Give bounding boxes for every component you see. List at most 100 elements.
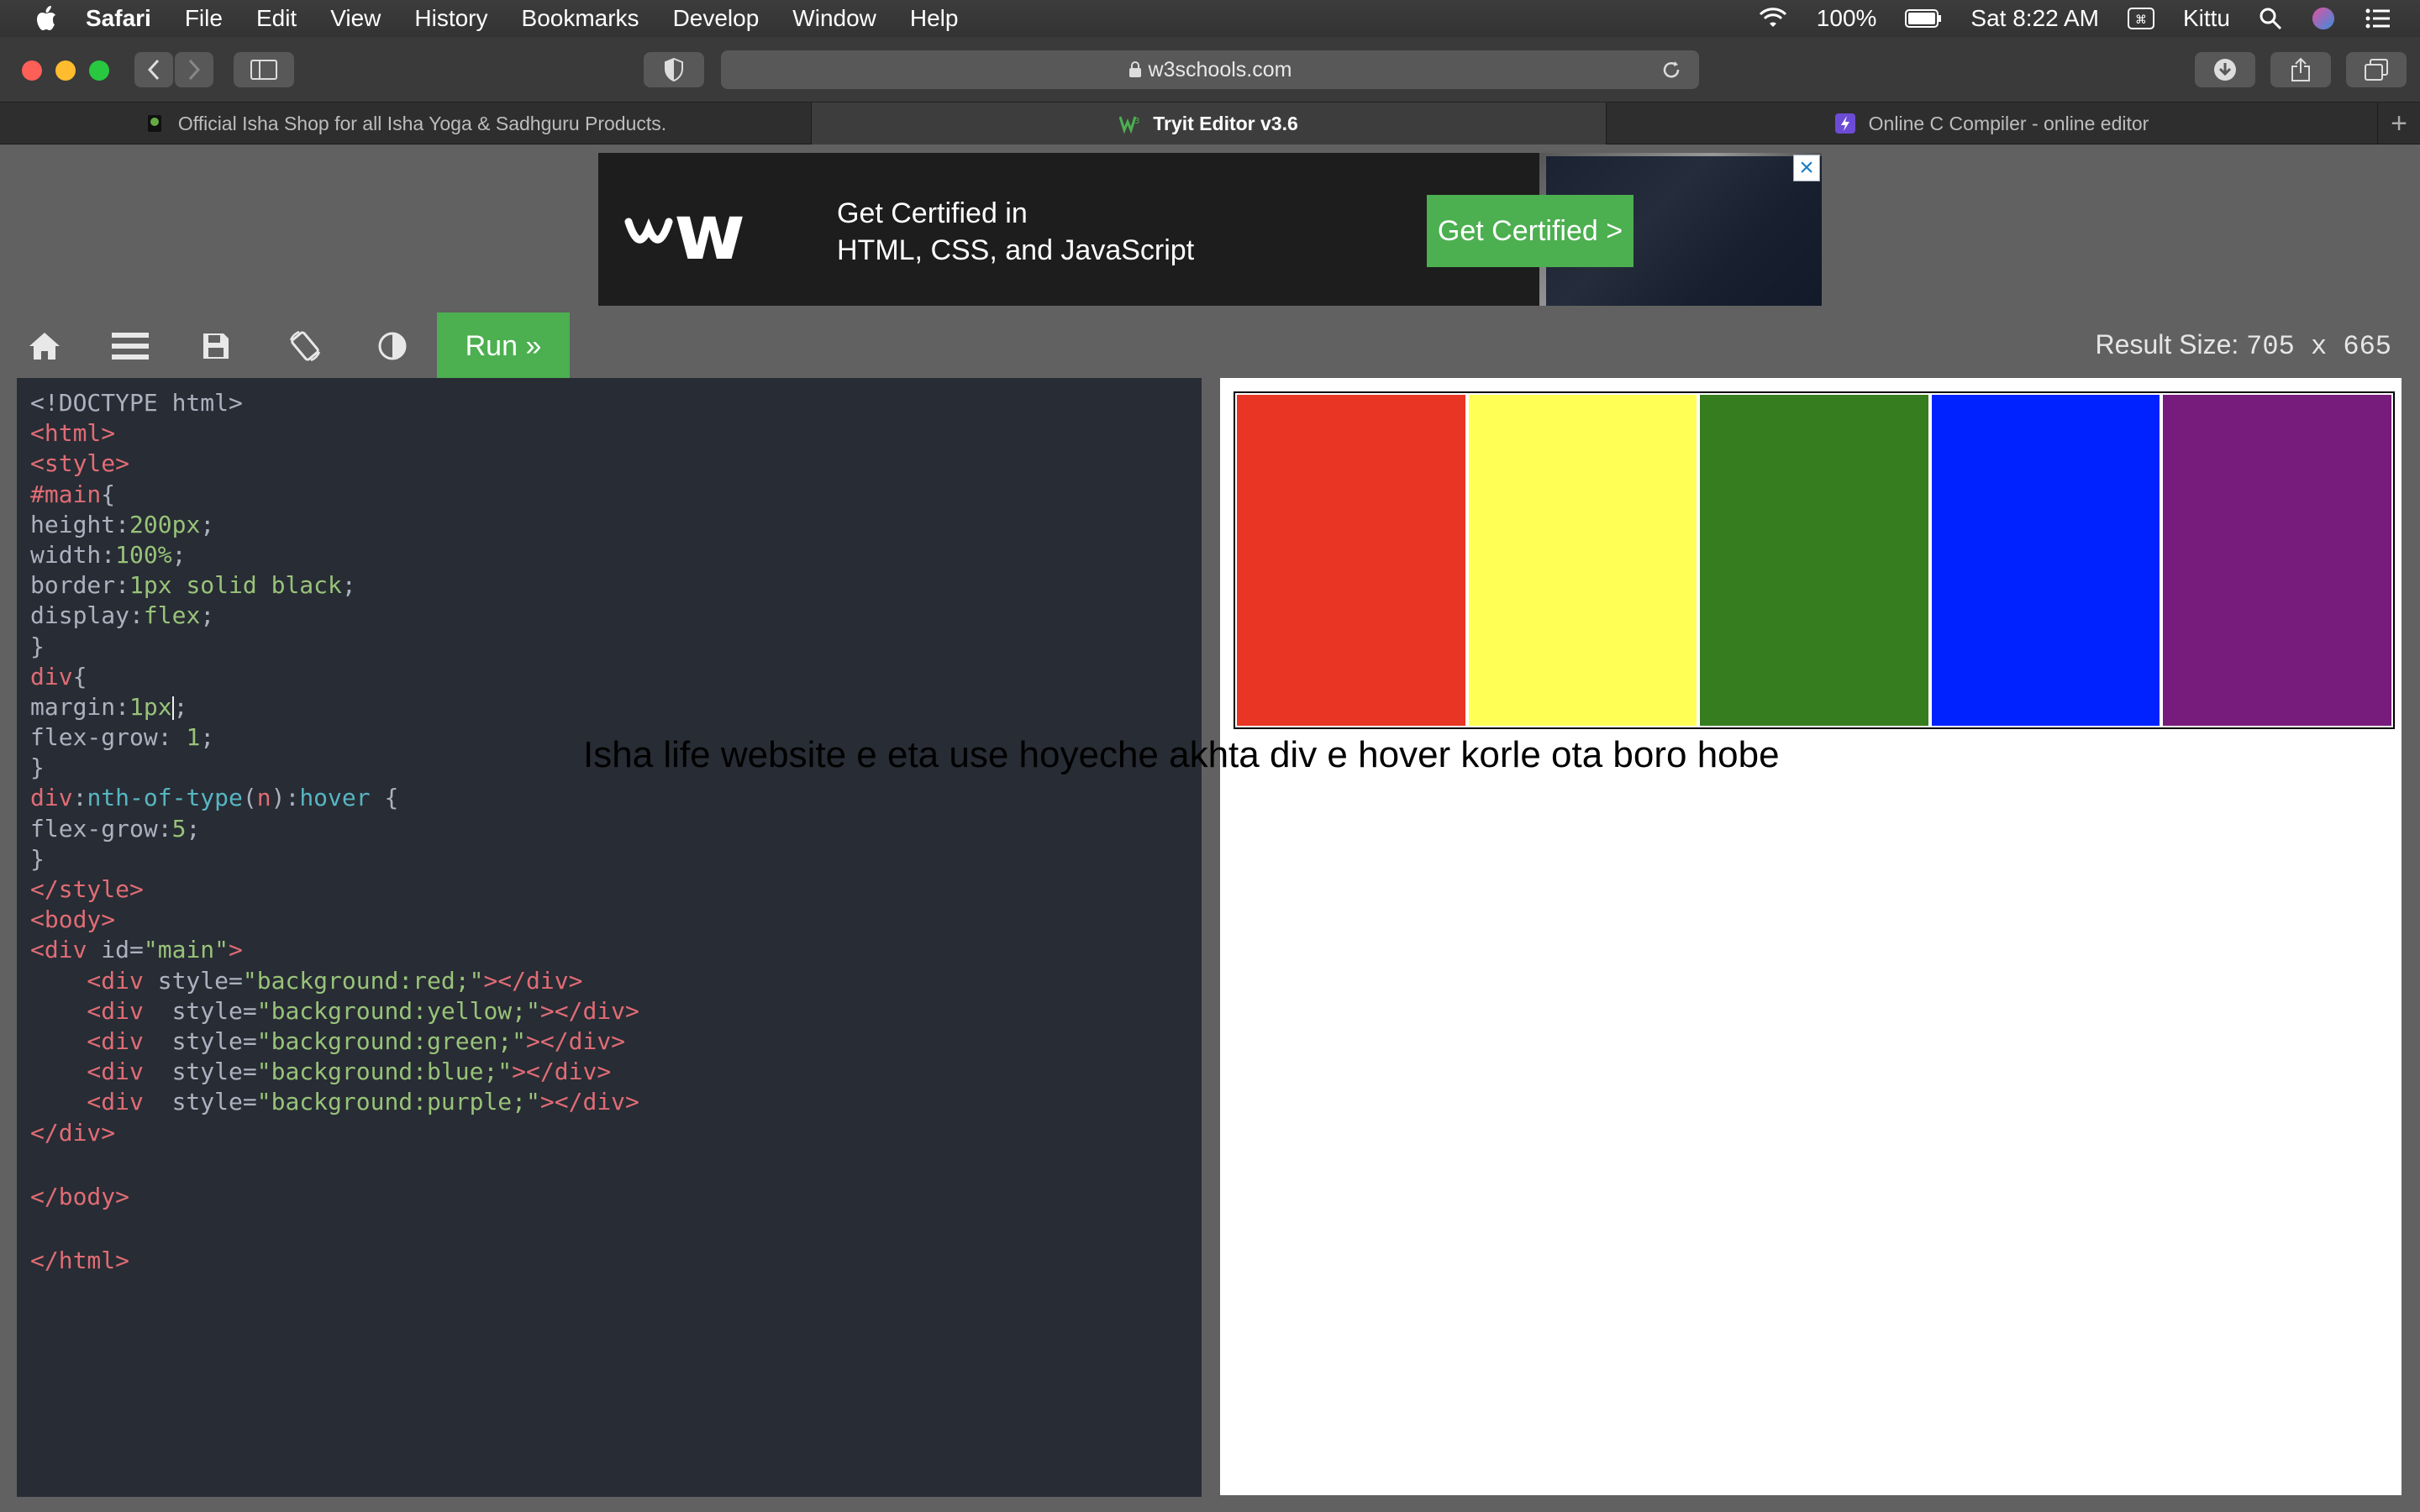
code-line: <!DOCTYPE html> xyxy=(30,388,1188,418)
get-certified-button[interactable]: Get Certified > xyxy=(1427,195,1634,267)
apple-icon[interactable] xyxy=(35,6,57,31)
save-button[interactable] xyxy=(173,312,259,380)
tab-online-c-compiler[interactable]: Online C Compiler - online editor xyxy=(1607,102,2378,144)
spotlight-search-icon[interactable] xyxy=(2259,7,2282,30)
code-token: "main" xyxy=(143,936,229,964)
ad-headline: Get Certified in HTML, CSS, and JavaScri… xyxy=(837,195,1194,269)
code-line: height:200px; xyxy=(30,510,1188,540)
code-token: : xyxy=(101,540,116,569)
home-icon xyxy=(29,333,60,360)
menu-app-name[interactable]: Safari xyxy=(86,5,151,32)
code-line: <div id="main"> xyxy=(30,935,1188,965)
code-token: "background:blue;" xyxy=(256,1058,513,1086)
menu-button[interactable] xyxy=(87,312,173,380)
code-token: ; xyxy=(186,814,201,843)
tab-isha-shop[interactable]: Official Isha Shop for all Isha Yoga & S… xyxy=(0,102,812,144)
rotate-layout-button[interactable] xyxy=(262,312,348,380)
menu-window[interactable]: Window xyxy=(792,5,876,32)
zoom-window-button[interactable] xyxy=(89,60,109,81)
code-token: #main xyxy=(30,480,102,508)
download-icon xyxy=(2214,59,2236,81)
privacy-report-button[interactable] xyxy=(644,52,704,87)
run-button[interactable]: Run » xyxy=(437,312,570,380)
forward-button[interactable] xyxy=(175,52,213,87)
menu-view[interactable]: View xyxy=(330,5,381,32)
rotate-device-icon xyxy=(289,330,321,362)
code-token: : xyxy=(115,571,130,600)
code-token: "background:purple;" xyxy=(256,1088,540,1116)
code-line: flex-grow:5; xyxy=(30,814,1188,844)
code-token: } xyxy=(30,844,45,873)
downloads-button[interactable] xyxy=(2195,52,2255,87)
code-token: <div xyxy=(30,1088,172,1116)
code-token: : xyxy=(129,601,144,630)
code-line: </body> xyxy=(30,1182,1188,1212)
code-line: <html> xyxy=(30,418,1188,449)
code-token: </body> xyxy=(30,1182,130,1210)
code-token: div xyxy=(30,784,73,812)
code-token: flex-grow xyxy=(30,814,158,843)
flex-item-yellow[interactable] xyxy=(1468,395,1697,726)
code-token: 5 xyxy=(171,814,187,843)
code-token: <div xyxy=(30,996,172,1025)
code-token: margin xyxy=(30,692,116,721)
user-name[interactable]: Kittu xyxy=(2183,5,2230,32)
code-token: ( xyxy=(242,784,257,812)
menu-edit[interactable]: Edit xyxy=(256,5,297,32)
menu-history[interactable]: History xyxy=(414,5,487,32)
code-token: ></div> xyxy=(539,1088,639,1116)
flex-item-red[interactable] xyxy=(1237,395,1465,726)
code-editor[interactable]: <!DOCTYPE html> <html> <style> #main{height… xyxy=(17,378,1202,1497)
code-token: </div> xyxy=(30,1118,116,1147)
menu-help[interactable]: Help xyxy=(910,5,959,32)
sidebar-button[interactable] xyxy=(234,52,294,87)
chevron-left-icon xyxy=(147,59,160,81)
theme-toggle-button[interactable] xyxy=(350,312,435,380)
code-token: } xyxy=(30,753,45,782)
new-tab-button[interactable]: + xyxy=(2378,102,2420,144)
flex-item-blue[interactable] xyxy=(1931,395,2160,726)
code-token: > xyxy=(229,936,243,964)
back-button[interactable] xyxy=(134,52,173,87)
clock[interactable]: Sat 8:22 AM xyxy=(1970,5,2099,32)
menu-develop[interactable]: Develop xyxy=(673,5,760,32)
code-token: 1px solid black xyxy=(129,571,342,600)
code-token: <div xyxy=(30,1058,172,1086)
battery-icon[interactable] xyxy=(1905,9,1942,28)
code-token: <!DOCTYPE html> xyxy=(30,389,243,417)
siri-icon[interactable] xyxy=(2311,7,2336,30)
contrast-icon xyxy=(378,332,407,360)
tab-bar: Official Isha Shop for all Isha Yoga & S… xyxy=(0,102,2420,144)
code-token: <body> xyxy=(30,906,116,934)
address-bar[interactable]: w3schools.com xyxy=(721,50,1699,89)
web-page: w3 Get Certified in HTML, CSS, and JavaS… xyxy=(0,144,2420,1512)
flex-item-purple[interactable] xyxy=(2163,395,2391,726)
menu-file[interactable]: File xyxy=(185,5,223,32)
code-line: display:flex; xyxy=(30,601,1188,631)
wifi-icon[interactable] xyxy=(1758,7,1788,30)
tab-overview-button[interactable] xyxy=(2346,52,2407,87)
code-token: 1 xyxy=(186,723,201,752)
code-token: hover xyxy=(299,784,371,812)
minimize-window-button[interactable] xyxy=(55,60,76,81)
share-button[interactable] xyxy=(2270,52,2331,87)
flex-item-green[interactable] xyxy=(1700,395,1928,726)
tab-tryit-editor[interactable]: 3 Tryit Editor v3.6 xyxy=(812,102,1607,144)
ad-banner[interactable]: w3 Get Certified in HTML, CSS, and JavaS… xyxy=(598,153,1822,306)
save-icon xyxy=(203,333,229,359)
home-button[interactable] xyxy=(2,312,87,380)
notification-center-icon[interactable] xyxy=(2365,7,2391,30)
plus-icon: + xyxy=(2391,107,2407,139)
code-token: display xyxy=(30,601,130,630)
code-token: ): xyxy=(271,784,300,812)
code-token: : xyxy=(115,510,130,538)
menu-bookmarks[interactable]: Bookmarks xyxy=(522,5,639,32)
code-line: <div style="background:purple;"></div> xyxy=(30,1087,1188,1117)
reload-icon[interactable] xyxy=(1660,59,1682,81)
code-token: </html> xyxy=(30,1246,130,1274)
close-window-button[interactable] xyxy=(22,60,42,81)
code-line: #main{ xyxy=(30,480,1188,510)
keyboard-shortcut-icon[interactable]: ⌘ xyxy=(2127,7,2154,30)
close-ad-button[interactable]: × xyxy=(1793,155,1820,181)
